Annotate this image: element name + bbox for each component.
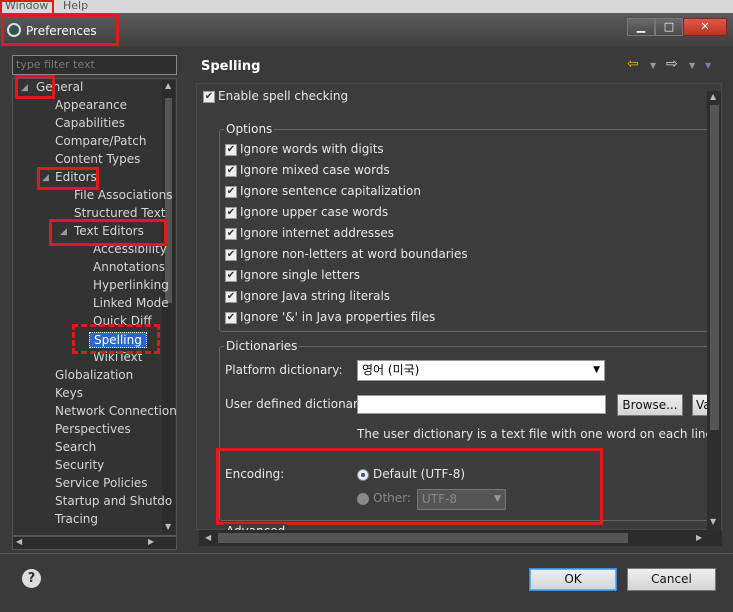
tree-scroll-left-icon[interactable]: ◀ bbox=[16, 537, 22, 546]
tree-item-startup-shutdown[interactable]: Startup and Shutdo bbox=[55, 494, 172, 508]
tree-item-compare-patch[interactable]: Compare/Patch bbox=[55, 134, 146, 148]
user-dict-hint: The user dictionary is a text file with … bbox=[357, 427, 713, 441]
ignore-non-letters-checkbox[interactable]: ✔ bbox=[225, 249, 237, 261]
user-dict-input[interactable] bbox=[357, 395, 606, 414]
tree-item-keys[interactable]: Keys bbox=[55, 386, 83, 400]
tree-item-appearance[interactable]: Appearance bbox=[55, 98, 127, 112]
ignore-digits-label: Ignore words with digits bbox=[240, 142, 384, 156]
tree-item-tracing[interactable]: Tracing bbox=[55, 512, 98, 526]
tree-item-content-types[interactable]: Content Types bbox=[55, 152, 140, 166]
app-menubar: Window Help bbox=[0, 0, 733, 13]
ignore-ampersand-label: Ignore '&' in Java properties files bbox=[240, 310, 436, 324]
tree-item-linked-mode[interactable]: Linked Mode bbox=[93, 296, 169, 310]
highlight-spelling bbox=[72, 324, 160, 354]
enable-spell-checkbox[interactable]: ✔ bbox=[203, 91, 215, 103]
filter-input[interactable]: type filter text bbox=[12, 55, 177, 75]
content-scroll-thumb[interactable] bbox=[710, 105, 719, 430]
ignore-mixed-case-checkbox[interactable]: ✔ bbox=[225, 165, 237, 177]
tree-item-security[interactable]: Security bbox=[55, 458, 104, 472]
options-group-label: Options bbox=[224, 122, 275, 136]
tree-item-structured-text[interactable]: Structured Text bbox=[74, 206, 166, 220]
platform-dict-label: Platform dictionary: bbox=[225, 363, 343, 377]
ignore-sentence-cap-checkbox[interactable]: ✔ bbox=[225, 186, 237, 198]
ignore-upper-case-label: Ignore upper case words bbox=[240, 205, 389, 219]
tree-item-annotations[interactable]: Annotations bbox=[93, 260, 165, 274]
content-scroll-left-icon[interactable]: ◀ bbox=[205, 533, 211, 542]
help-icon[interactable]: ? bbox=[22, 569, 41, 588]
content-scroll-down-icon[interactable]: ▼ bbox=[710, 517, 716, 526]
forward-dropdown-icon[interactable]: ▼ bbox=[689, 61, 695, 70]
tree-scroll-up-icon[interactable]: ▲ bbox=[165, 81, 171, 90]
tree-item-file-associations[interactable]: File Associations bbox=[74, 188, 172, 202]
highlight-editors bbox=[37, 167, 99, 190]
user-dict-label: User defined dictionary: bbox=[225, 397, 369, 411]
highlight-title bbox=[1, 14, 119, 46]
footer-separator bbox=[0, 553, 733, 554]
cancel-button[interactable]: Cancel bbox=[627, 568, 716, 591]
maximize-button[interactable]: □ bbox=[655, 18, 683, 36]
tree-item-search[interactable]: Search bbox=[55, 440, 96, 454]
tree-item-capabilities[interactable]: Capabilities bbox=[55, 116, 125, 130]
ignore-single-letters-label: Ignore single letters bbox=[240, 268, 361, 282]
ignore-sentence-cap-label: Ignore sentence capitalization bbox=[240, 184, 421, 198]
view-menu-icon[interactable]: ▼ bbox=[705, 61, 711, 70]
highlight-encoding bbox=[216, 448, 603, 525]
ignore-ampersand-checkbox[interactable]: ✔ bbox=[225, 312, 237, 324]
menu-help[interactable]: Help bbox=[63, 0, 88, 12]
chevron-down-icon: ▼ bbox=[593, 365, 600, 375]
dictionaries-group-label: Dictionaries bbox=[224, 339, 300, 353]
ignore-digits-checkbox[interactable]: ✔ bbox=[225, 144, 237, 156]
highlight-general bbox=[15, 75, 55, 99]
content-scroll-up-icon[interactable]: ▲ bbox=[710, 92, 716, 101]
ok-button[interactable]: OK bbox=[529, 568, 617, 591]
tree-item-hyperlinking[interactable]: Hyperlinking bbox=[93, 278, 169, 292]
ignore-non-letters-label: Ignore non-letters at word boundaries bbox=[240, 247, 468, 261]
highlight-text-editors bbox=[49, 219, 167, 246]
ignore-java-strings-label: Ignore Java string literals bbox=[240, 289, 391, 303]
back-dropdown-icon[interactable]: ▼ bbox=[650, 61, 656, 70]
enable-spell-label: Enable spell checking bbox=[218, 89, 349, 103]
tree-scroll-down-icon[interactable]: ▼ bbox=[165, 522, 171, 531]
ignore-upper-case-checkbox[interactable]: ✔ bbox=[225, 207, 237, 219]
forward-arrow-icon[interactable]: ⇨ bbox=[666, 56, 678, 72]
tree-scroll-right-icon[interactable]: ▶ bbox=[148, 537, 154, 546]
ignore-single-letters-checkbox[interactable]: ✔ bbox=[225, 270, 237, 282]
close-button[interactable]: ✕ bbox=[683, 18, 727, 36]
content-scroll-right-icon[interactable]: ▶ bbox=[696, 533, 702, 542]
ignore-mixed-case-label: Ignore mixed case words bbox=[240, 163, 390, 177]
ignore-java-strings-checkbox[interactable]: ✔ bbox=[225, 291, 237, 303]
ignore-internet-checkbox[interactable]: ✔ bbox=[225, 228, 237, 240]
minimize-button[interactable]: ▁ bbox=[627, 18, 655, 36]
platform-dict-dropdown[interactable]: 영어 (미국) ▼ bbox=[357, 360, 605, 381]
content-hscroll-thumb[interactable] bbox=[218, 533, 628, 543]
tree-item-service-policies[interactable]: Service Policies bbox=[55, 476, 148, 490]
tree-item-globalization[interactable]: Globalization bbox=[55, 368, 133, 382]
tree-item-network-connections[interactable]: Network Connection bbox=[55, 404, 177, 418]
back-arrow-icon[interactable]: ⇦ bbox=[627, 56, 639, 72]
browse-button[interactable]: Browse... bbox=[617, 394, 683, 416]
page-title: Spelling bbox=[201, 59, 261, 74]
tree-item-perspectives[interactable]: Perspectives bbox=[55, 422, 131, 436]
ignore-internet-label: Ignore internet addresses bbox=[240, 226, 395, 240]
platform-dict-value: 영어 (미국) bbox=[362, 363, 420, 377]
